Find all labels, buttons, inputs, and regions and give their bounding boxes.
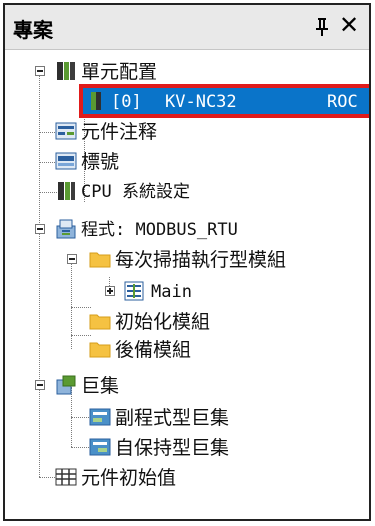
- tree-label: 初始化模組: [115, 311, 211, 333]
- tree-item-label[interactable]: 標號: [5, 147, 369, 177]
- tree-item-cpu-settings[interactable]: CPU 系統設定: [5, 177, 369, 207]
- device-comment-icon: [55, 120, 77, 142]
- tree-item-scan-module[interactable]: 每次掃描執行型模組: [5, 245, 369, 275]
- tree-label: 後備模組: [115, 339, 192, 361]
- tree-label: 元件注释: [81, 121, 158, 143]
- collapse-toggle[interactable]: [35, 66, 45, 76]
- ladder-icon: [123, 280, 145, 302]
- tree-label: CPU 系統設定: [81, 182, 190, 202]
- program-icon: [55, 218, 77, 240]
- tree-label: 巨集: [81, 375, 120, 397]
- panel-titlebar: 專案 ✕: [5, 5, 369, 50]
- unit-config-icon: [55, 60, 77, 82]
- label-icon: [55, 150, 77, 172]
- tree-label: 副程式型巨集: [115, 407, 230, 429]
- panel-title: 專案: [13, 18, 53, 42]
- tree-item-unit-config[interactable]: 單元配置: [5, 57, 369, 87]
- tree-item-subroutine-macro[interactable]: 副程式型巨集: [5, 403, 369, 433]
- expand-toggle[interactable]: [105, 286, 115, 296]
- tree-label: 單元配置: [81, 61, 158, 83]
- grid-icon: [55, 466, 77, 488]
- tree-label: Main: [151, 282, 192, 302]
- collapse-toggle[interactable]: [67, 254, 77, 264]
- tree-item-self-hold-macro[interactable]: 自保持型巨集: [5, 433, 369, 463]
- close-icon[interactable]: ✕: [337, 13, 361, 37]
- pin-icon[interactable]: [315, 17, 329, 37]
- tree-item-device-comment[interactable]: 元件注释: [5, 117, 369, 147]
- tree-label: 程式: MODBUS_RTU: [81, 220, 238, 240]
- macro-icon: [55, 374, 77, 396]
- tree-item-main[interactable]: Main: [5, 277, 369, 307]
- tree-item-module[interactable]: [0] KV-NC32 ROC: [5, 84, 369, 118]
- tree-label: 標號: [81, 151, 120, 173]
- tree-item-initial-values[interactable]: 元件初始值: [5, 463, 369, 493]
- tree-item-macro[interactable]: 巨集: [5, 371, 369, 401]
- tree-label: 每次掃描執行型模組: [115, 249, 287, 271]
- subroutine-macro-icon: [89, 406, 111, 428]
- tree-label: 元件初始值: [81, 467, 177, 489]
- tree-item-init-module[interactable]: 初始化模組: [5, 307, 369, 337]
- folder-icon: [89, 310, 111, 332]
- project-panel: 專案 ✕ 單元配置 [0] KV-NC32 ROC 元件注释 標號 CPU 系統…: [3, 3, 371, 521]
- tree-item-program[interactable]: 程式: MODBUS_RTU: [5, 215, 369, 245]
- folder-icon: [89, 248, 111, 270]
- self-hold-macro-icon: [89, 436, 111, 458]
- folder-icon: [89, 338, 111, 360]
- collapse-toggle[interactable]: [35, 224, 45, 234]
- highlight-frame: [79, 84, 369, 118]
- tree-item-standby-module[interactable]: 後備模組: [5, 335, 369, 365]
- tree-label: 自保持型巨集: [115, 437, 230, 459]
- cpu-settings-icon: [55, 180, 77, 202]
- project-tree: 單元配置 [0] KV-NC32 ROC 元件注释 標號 CPU 系統設定 程式…: [5, 49, 369, 519]
- collapse-toggle[interactable]: [35, 380, 45, 390]
